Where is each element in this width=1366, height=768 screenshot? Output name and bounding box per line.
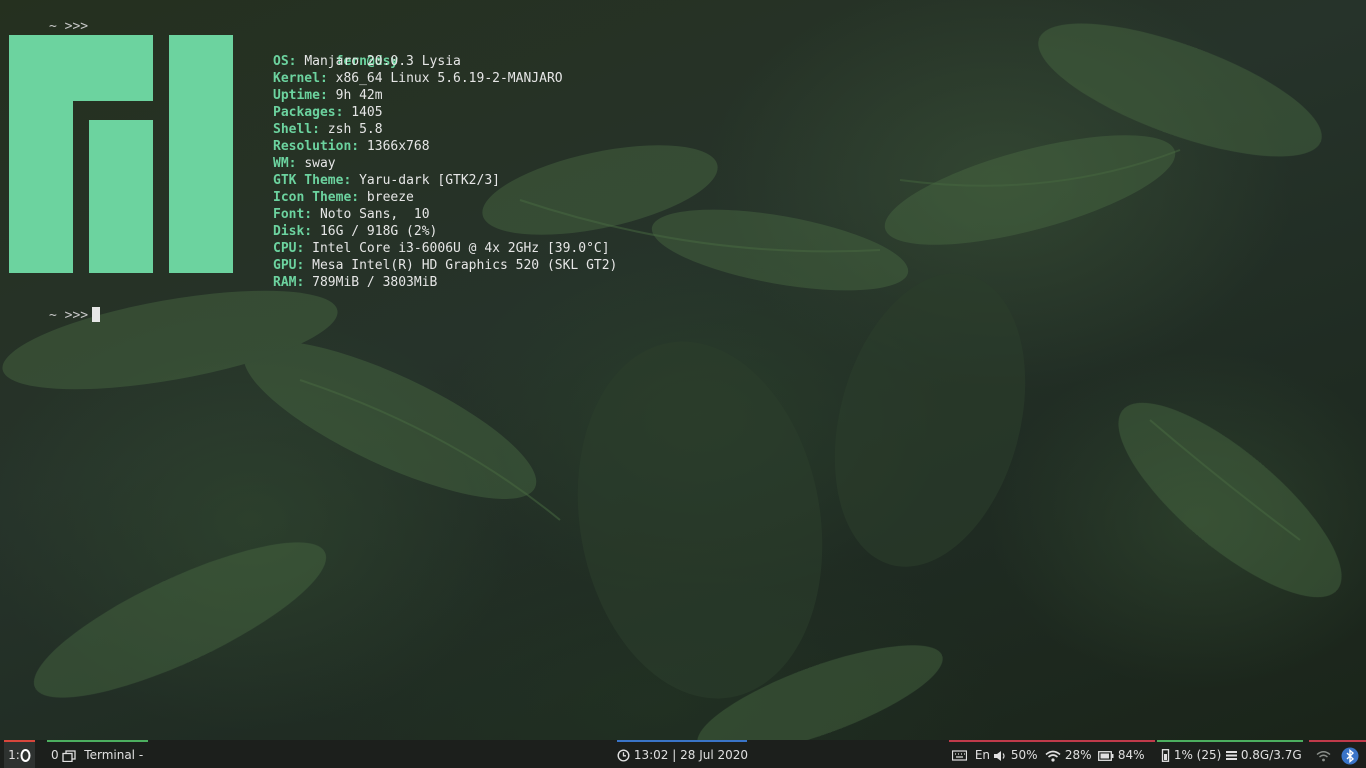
wifi-icon bbox=[1045, 750, 1061, 762]
info-resolution: Resolution: 1366x768 bbox=[273, 139, 430, 154]
terminal-window[interactable]: ~ >>> screenfetch fern@dsy OS: Manjaro 2… bbox=[0, 0, 1366, 740]
info-font: Font: Noto Sans, 10 bbox=[273, 207, 430, 222]
wifi-tray-icon bbox=[1316, 750, 1331, 761]
info-uptime: Uptime: 9h 42m bbox=[273, 88, 383, 103]
clock-date: | 28 Jul 2020 bbox=[672, 748, 749, 762]
wifi-widget[interactable]: 28% bbox=[1045, 740, 1092, 768]
info-ram: RAM: 789MiB / 3803MiB bbox=[273, 275, 438, 290]
volume-label: 50% bbox=[1010, 748, 1038, 762]
keyboard-icon bbox=[952, 750, 967, 761]
window-title: Terminal - bbox=[84, 748, 144, 762]
info-disk: Disk: 16G / 918G (2%) bbox=[273, 224, 438, 239]
info-cpu: CPU: Intel Core i3-6006U @ 4x 2GHz [39.0… bbox=[273, 241, 610, 256]
window-button-terminal[interactable]: 0 Terminal - bbox=[47, 740, 148, 768]
bluetooth-icon bbox=[1341, 747, 1359, 764]
opera-icon bbox=[20, 749, 31, 762]
battery-label: 84% bbox=[1117, 748, 1145, 762]
keyboard-layout[interactable]: En bbox=[952, 740, 990, 768]
volume-widget[interactable]: 50% bbox=[993, 740, 1038, 768]
wifi-label: 28% bbox=[1064, 748, 1092, 762]
info-os: OS: Manjaro 20.0.3 Lysia bbox=[273, 54, 461, 69]
prompt: ~ >>> bbox=[48, 308, 89, 323]
battery-icon bbox=[1098, 750, 1114, 761]
prompt: ~ >>> bbox=[48, 19, 89, 34]
battery-widget[interactable]: 84% bbox=[1098, 740, 1145, 768]
bluetooth-tray-item[interactable] bbox=[1341, 740, 1359, 768]
cpu-icon bbox=[1161, 749, 1170, 762]
memory-label: 0.8G/3.7G bbox=[1240, 748, 1302, 762]
workspace-button[interactable]: 1: bbox=[4, 740, 35, 768]
workspace-label: 1: bbox=[8, 748, 20, 762]
cpu-label: 1% (25) bbox=[1173, 748, 1222, 762]
clock-widget[interactable]: 13:02 | 28 Jul 2020 bbox=[617, 740, 749, 768]
manjaro-logo bbox=[9, 35, 233, 273]
network-tray-item[interactable] bbox=[1316, 740, 1331, 768]
info-packages: Packages: 1405 bbox=[273, 105, 383, 120]
system-info: fern@dsy OS: Manjaro 20.0.3 Lysia Kernel… bbox=[273, 36, 617, 291]
desktop: ~ >>> screenfetch fern@dsy OS: Manjaro 2… bbox=[0, 0, 1366, 768]
input-line[interactable]: ~ >>> bbox=[2, 290, 101, 341]
keyboard-label: En bbox=[974, 748, 991, 762]
info-shell: Shell: zsh 5.8 bbox=[273, 122, 383, 137]
info-icon-theme: Icon Theme: breeze bbox=[273, 190, 414, 205]
info-wm: WM: sway bbox=[273, 156, 336, 171]
window-icon bbox=[62, 749, 77, 762]
text-cursor bbox=[92, 307, 101, 322]
info-kernel: Kernel: x86_64 Linux 5.6.19-2-MANJARO bbox=[273, 71, 563, 86]
speaker-icon bbox=[994, 750, 1005, 761]
clock-time: 13:02 bbox=[633, 748, 669, 762]
window-count: 0 bbox=[51, 748, 59, 762]
info-gtk-theme: GTK Theme: Yaru-dark [GTK2/3] bbox=[273, 173, 500, 188]
clock-icon bbox=[617, 749, 630, 762]
memory-icon bbox=[1226, 751, 1237, 760]
memory-widget[interactable]: 0.8G/3.7G bbox=[1226, 740, 1302, 768]
user-host: fern@dsy bbox=[335, 54, 399, 69]
cpu-widget[interactable]: 1% (25) bbox=[1161, 740, 1221, 768]
status-bar: 1: 0 Terminal - 13:02 | 28 Jul 2020 En 5… bbox=[0, 740, 1366, 768]
info-gpu: GPU: Mesa Intel(R) HD Graphics 520 (SKL … bbox=[273, 258, 618, 273]
